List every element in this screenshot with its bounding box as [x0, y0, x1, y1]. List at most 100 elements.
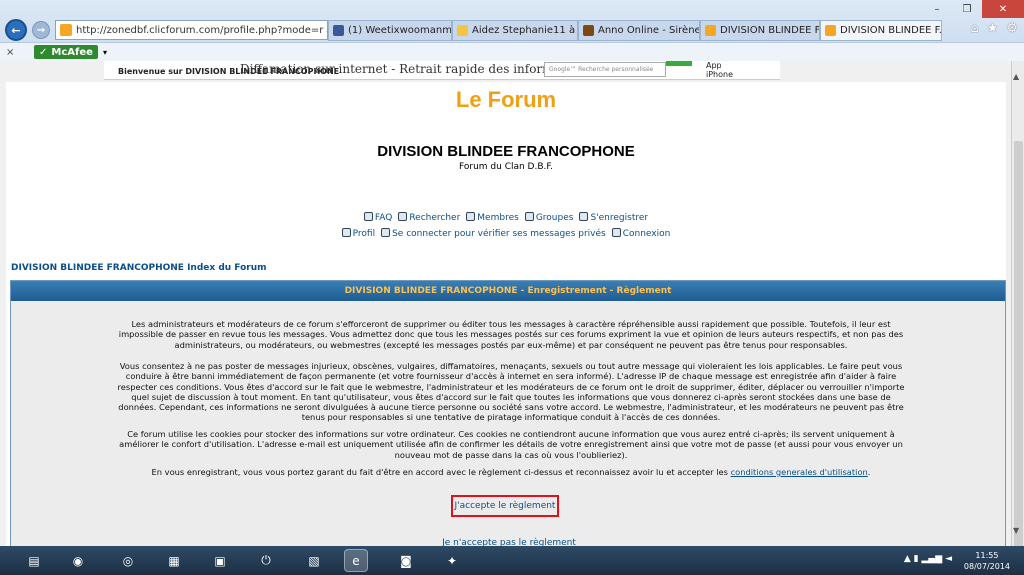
forum-nav-secondary: Profil Se connecter pour vérifier ses mes… [6, 228, 1006, 239]
webcam-icon[interactable]: ◉ [66, 549, 90, 572]
window-controls: – ❒ ✕ [922, 0, 1024, 18]
nav-link[interactable]: Groupes [524, 212, 574, 223]
nav-link-icon [398, 212, 408, 221]
back-button[interactable]: ← [5, 19, 27, 41]
tab-label: DIVISION BLINDEE FRA... [720, 25, 820, 36]
close-window-button[interactable]: ✕ [982, 0, 1024, 18]
nav-link-label: Groupes [535, 213, 574, 223]
tab-favicon-icon [705, 25, 716, 36]
nav-link[interactable]: FAQ [363, 212, 393, 223]
nav-link-label: S'enregistrer [590, 213, 649, 223]
mcafee-button[interactable]: ✓ McAfee [34, 45, 98, 59]
scroll-down-icon[interactable]: ▼ [1013, 526, 1019, 535]
system-tray[interactable]: ▲ ▮ ▂▄▆ ◄ [904, 554, 952, 564]
internet-explorer-icon[interactable]: e [344, 549, 368, 572]
accept-rules-button[interactable]: J'accepte le règlement [451, 495, 559, 517]
browser-right-icons: ⌂ ★ ⚙ [970, 21, 1018, 36]
rules-paragraph-3: Ce forum utilise les cookies pour stocke… [119, 429, 903, 460]
media-player-icon[interactable]: ◎ [116, 549, 140, 572]
tab-label: DIVISION BLINDEE F... [840, 25, 942, 36]
game-icon[interactable]: ◙ [394, 549, 418, 572]
favorites-star-icon[interactable]: ★ [987, 21, 999, 36]
rules-paragraph-2: Vous consentez à ne pas poster de messag… [117, 361, 905, 423]
site-title: DIVISION BLINDEE FRANCOPHONE [377, 143, 635, 160]
file-explorer-icon[interactable]: ▤ [22, 549, 46, 572]
system-clock[interactable]: 11:55 08/07/2014 [964, 550, 1010, 572]
browser-tab[interactable]: Aidez Stephanie11 à ga... [452, 20, 578, 41]
scroll-up-icon[interactable]: ▲ [1013, 72, 1019, 81]
nav-link[interactable]: S'enregistrer [579, 212, 649, 223]
app-launcher-icon[interactable]: ✦ [440, 549, 464, 572]
nav-link-icon [466, 212, 476, 221]
image-viewer-icon[interactable]: ▧ [302, 549, 326, 572]
mcafee-label: McAfee [51, 46, 93, 58]
mcafee-dropdown-icon[interactable]: ▾ [103, 48, 107, 57]
nav-link-icon [341, 228, 351, 237]
mcafee-shield-icon: ✓ [39, 46, 48, 58]
rules-paragraph-4-end: . [867, 467, 871, 477]
browser-tab[interactable]: Anno Online - Sirène [R... [578, 20, 700, 41]
calculator-icon[interactable]: ▦ [162, 549, 186, 572]
windows-taskbar: ▤ ◉ ◎ ▦ ▣ ⏻ ▧ e ◙ ✦ ▲ ▮ ▂▄▆ ◄ 11:55 08/07/2014 [0, 546, 1024, 575]
browser-tab[interactable]: DIVISION BLINDEE FRA... [700, 20, 820, 41]
tab-favicon-icon [825, 25, 836, 36]
nav-link[interactable]: Connexion [611, 228, 671, 239]
green-tab-decoration [666, 61, 692, 66]
scroll-thumb[interactable] [1014, 141, 1023, 561]
nav-link-label: Profil [352, 229, 376, 239]
url-text: http://zonedbf.clicforum.com/profile.php… [76, 24, 324, 36]
forward-button[interactable]: → [32, 21, 50, 39]
nav-link-label: Rechercher [409, 213, 461, 223]
toolbar-row: × ✓ McAfee ▾ [0, 42, 1024, 61]
nav-link[interactable]: Rechercher [398, 212, 461, 223]
nav-link-icon [579, 212, 589, 221]
settings-gear-icon[interactable]: ⚙ [1006, 21, 1018, 36]
arrow-left-icon: ← [11, 23, 21, 37]
browser-tab[interactable]: DIVISION BLINDEE F...× [820, 20, 942, 41]
browser-chrome: – ❒ ✕ ← → http://zonedbf.clicforum.com/p… [0, 0, 1024, 61]
rules-paragraph-4: En vous enregistrant, vous vous portez g… [111, 467, 911, 477]
vertical-scrollbar[interactable]: ▲ ▼ [1011, 61, 1024, 561]
rules-paragraph-4-text: En vous enregistrant, vous vous portez g… [151, 467, 728, 477]
toolbar-close-icon[interactable]: × [6, 47, 20, 58]
home-icon[interactable]: ⌂ [970, 21, 978, 36]
forum-nav-primary: FAQ Rechercher Membres Groupes S'enregistrer [6, 212, 1006, 223]
nav-link[interactable]: Profil [341, 228, 376, 239]
tab-favicon-icon [333, 25, 344, 36]
nav-link-icon [524, 212, 534, 221]
tab-favicon-icon [583, 25, 594, 36]
clock-date: 08/07/2014 [963, 562, 1010, 571]
breadcrumb[interactable]: DIVISION BLINDEE FRANCOPHONE Index du Fo… [11, 263, 267, 273]
panel-title: DIVISION BLINDEE FRANCOPHONE - Enregistr… [11, 281, 1005, 301]
app-iphone-link[interactable]: App iPhone [706, 61, 733, 79]
tab-label: Aidez Stephanie11 à ga... [472, 25, 577, 36]
google-search-input[interactable]: Google™ Recherche personnalisée [544, 62, 666, 77]
maximize-button[interactable]: ❒ [952, 0, 982, 18]
forum-page: Le Forum DIVISION BLINDEE FRANCOPHONE Fo… [6, 82, 1006, 546]
address-bar[interactable]: http://zonedbf.clicforum.com/profile.php… [55, 20, 328, 40]
nav-link-label: Se connecter pour vérifier ses messages … [392, 229, 606, 239]
tab-favicon-icon [457, 25, 468, 36]
overlay-ad-title[interactable]: Diffamation sur internet - Retrait rapid… [240, 62, 577, 76]
site-subtitle: Forum du Clan D.B.F. [459, 162, 553, 172]
nav-link-label: Connexion [622, 229, 671, 239]
nav-link[interactable]: Se connecter pour vérifier ses messages … [381, 228, 606, 239]
navigation-row: ← → http://zonedbf.clicforum.com/profile… [0, 18, 1024, 42]
clock-time: 11:55 [975, 551, 999, 560]
page-viewport: Bienvenue sur DIVISION BLINDEE FRANCOPHO… [0, 61, 1011, 546]
rules-panel: DIVISION BLINDEE FRANCOPHONE - Enregistr… [10, 280, 1006, 546]
nav-link-icon [381, 228, 391, 237]
minimize-button[interactable]: – [922, 0, 952, 18]
arrow-right-icon: → [36, 24, 46, 36]
nav-link[interactable]: Membres [466, 212, 519, 223]
rules-paragraph-1: Les administrateurs et modérateurs de ce… [118, 319, 904, 350]
power-icon[interactable]: ⏻ [254, 549, 278, 572]
nav-link-icon [363, 212, 373, 221]
browser-tab[interactable]: (1) Weetixwoomanman [328, 20, 452, 41]
reject-rules-link[interactable]: Je n'accepte pas le règlement [11, 538, 1007, 546]
forum-logo[interactable]: Le Forum [6, 87, 1006, 113]
nav-link-label: FAQ [374, 213, 393, 223]
terms-of-use-link[interactable]: conditions generales d'utilisation [731, 467, 868, 477]
app-icon[interactable]: ▣ [208, 549, 232, 572]
nav-link-icon [611, 228, 621, 237]
